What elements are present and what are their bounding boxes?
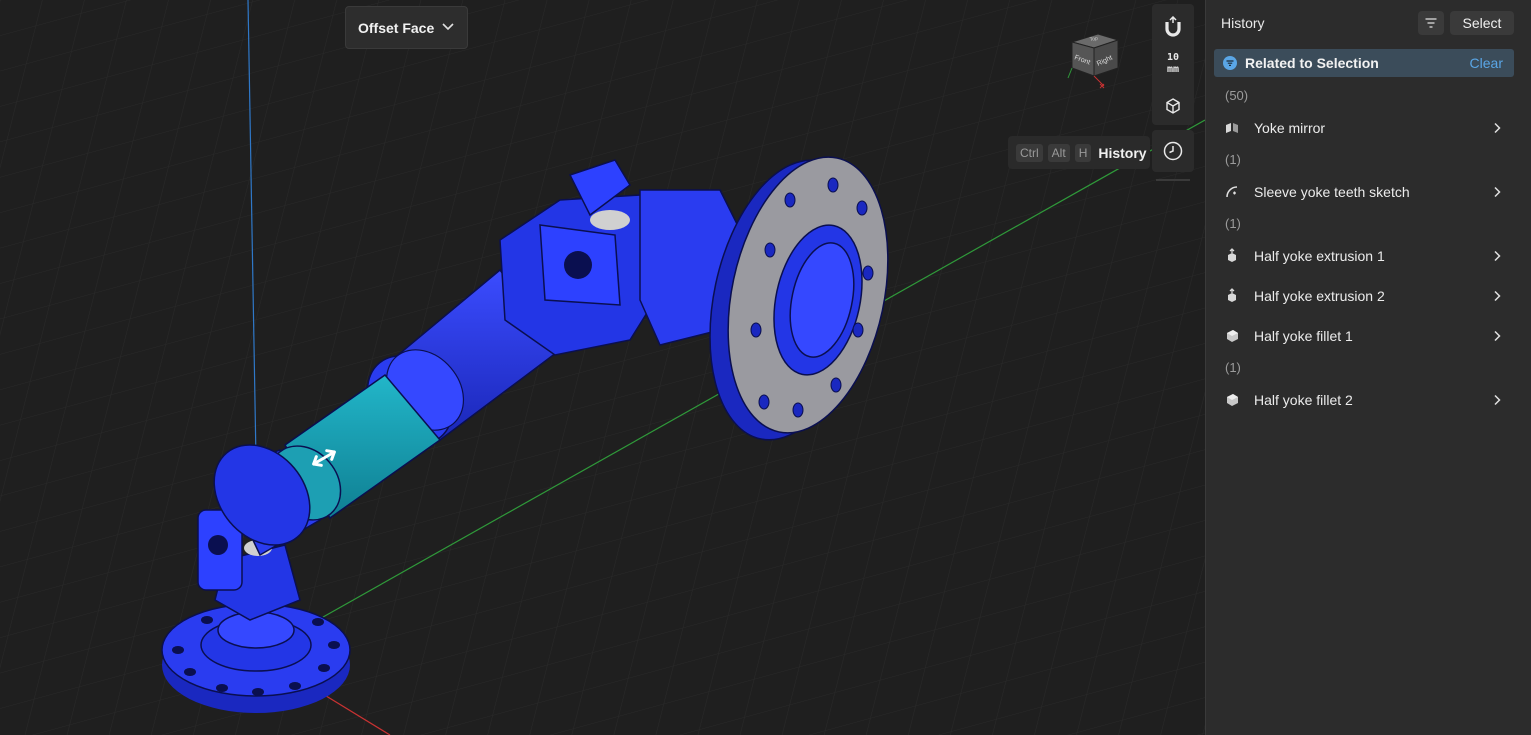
scene-canvas[interactable] [0, 0, 1205, 735]
history-tooltip: Ctrl Alt H History [1008, 136, 1150, 169]
shortcut-key-ctrl: Ctrl [1016, 143, 1043, 162]
viewport-toolstrip: 10 mm [1152, 4, 1194, 125]
chevron-right-icon [1494, 330, 1501, 342]
related-to-selection-bar: Related to Selection Clear [1214, 49, 1514, 77]
chevron-right-icon [1494, 290, 1501, 302]
fillet-icon [1227, 394, 1238, 406]
magnet-icon [1165, 16, 1181, 37]
grid-size-button[interactable]: 10 mm [1152, 52, 1194, 76]
history-toggle-button[interactable] [1152, 130, 1194, 172]
command-label: Offset Face [358, 19, 435, 36]
chevron-down-icon [442, 23, 454, 31]
history-item-half-yoke-extrusion-2[interactable]: Half yoke extrusion 2 [1214, 281, 1514, 311]
group-count: (50) [1225, 88, 1249, 103]
3d-viewport[interactable]: Offset Face Top Front Right Ctrl Alt H H… [0, 0, 1205, 735]
history-item-half-yoke-fillet-1[interactable]: Half yoke fillet 1 [1214, 321, 1514, 351]
fillet-icon [1227, 330, 1238, 342]
group-count: (1) [1225, 216, 1241, 231]
clear-button[interactable]: Clear [1470, 55, 1503, 71]
history-item-label: Half yoke extrusion 1 [1254, 248, 1385, 264]
tooltip-label: History [1098, 144, 1147, 161]
history-item-half-yoke-extrusion-1[interactable]: Half yoke extrusion 1 [1214, 241, 1514, 271]
filter-active-icon [1223, 56, 1237, 70]
snap-button[interactable] [1152, 10, 1194, 44]
grid-size-value: 10 [1166, 52, 1180, 63]
group-count: (1) [1225, 360, 1241, 375]
history-item-label: Half yoke fillet 2 [1254, 392, 1353, 408]
history-item-label: Half yoke extrusion 2 [1254, 288, 1385, 304]
shortcut-key-h: H [1074, 143, 1092, 162]
shortcut-key-alt: Alt [1047, 143, 1070, 162]
bottom-flange[interactable] [161, 603, 351, 713]
group-count: (1) [1225, 152, 1241, 167]
cube-view-icon [1166, 98, 1180, 114]
history-item-half-yoke-fillet-2[interactable]: Half yoke fillet 2 [1214, 385, 1514, 415]
history-panel-header: History Select [1206, 0, 1531, 46]
extrusion-icon [1228, 248, 1236, 262]
history-item-sleeve-yoke-teeth-sketch[interactable]: Sleeve yoke teeth sketch [1214, 177, 1514, 207]
chevron-right-icon [1494, 250, 1501, 262]
history-item-label: Yoke mirror [1254, 120, 1326, 136]
mirror-icon [1226, 123, 1238, 133]
view-cube[interactable]: Top Front Right [1060, 26, 1126, 92]
filter-icon [1425, 18, 1437, 28]
chevron-right-icon [1494, 394, 1501, 406]
history-panel: History Select Related to Selection Clea… [1205, 0, 1531, 735]
history-item-label: Half yoke fillet 1 [1254, 328, 1353, 344]
filter-button[interactable] [1418, 11, 1444, 35]
related-label: Related to Selection [1245, 55, 1379, 71]
command-dropdown[interactable]: Offset Face [345, 6, 468, 49]
view-mode-button[interactable] [1152, 92, 1194, 120]
grid-size-unit: mm [1166, 64, 1180, 75]
chevron-right-icon [1494, 122, 1501, 134]
toolstrip-divider [1156, 179, 1190, 181]
clock-icon [1163, 141, 1183, 161]
history-item-label: Sleeve yoke teeth sketch [1254, 184, 1410, 200]
select-button[interactable]: Select [1450, 11, 1514, 35]
history-item-yoke-mirror[interactable]: Yoke mirror [1214, 113, 1514, 143]
extrusion-icon [1228, 288, 1236, 302]
sketch-icon [1226, 186, 1238, 198]
chevron-right-icon [1494, 186, 1501, 198]
panel-title: History [1221, 15, 1265, 31]
